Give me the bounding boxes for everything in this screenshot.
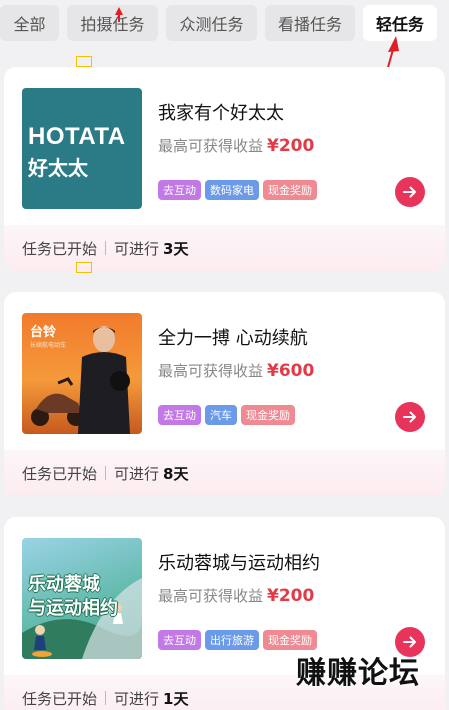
tab-shoot-tasks[interactable]: 拍摄任务	[67, 5, 158, 41]
thumbnail-brand-text: 长续航电动车	[30, 342, 67, 349]
arrow-right-icon	[403, 411, 416, 423]
task-earnings: 最高可获得收益 ¥200	[158, 585, 314, 606]
tab-all[interactable]: 全部	[0, 5, 59, 41]
duration-value: 3天	[163, 239, 189, 258]
forum-watermark: 赚赚论坛	[296, 656, 420, 691]
task-status: 任务已开始	[22, 464, 98, 483]
highlight-marker	[76, 56, 92, 67]
tag-category: 汽车	[205, 405, 237, 425]
spokesperson-illustration	[78, 326, 130, 434]
task-title: 我家有个好太太	[158, 103, 284, 124]
duration-label: 可进行	[114, 239, 160, 258]
tag-reward: 现金奖励	[263, 180, 317, 200]
tag-category: 数码家电	[205, 180, 259, 200]
divider	[105, 241, 107, 255]
tag-interact: 去互动	[158, 180, 201, 200]
task-card[interactable]: HOTATA 好太太 我家有个好太太 最高可获得收益 ¥200 去互动 数码家电 …	[4, 67, 445, 271]
divider	[105, 691, 107, 705]
duration-label: 可进行	[114, 464, 160, 483]
duration-label: 可进行	[114, 689, 160, 708]
task-title: 全力一搏 心动续航	[158, 328, 308, 349]
task-status-bar: 任务已开始 可进行 8天	[4, 450, 445, 496]
highlight-marker	[76, 262, 92, 273]
earnings-label: 最高可获得收益	[158, 362, 264, 380]
tab-watch-live-tasks[interactable]: 看播任务	[265, 5, 355, 41]
arrow-right-icon	[403, 186, 416, 198]
thumbnail-brand-text: 好太太	[28, 156, 88, 180]
task-thumbnail: 台铃 长续航电动车	[22, 313, 142, 434]
task-tags: 去互动 汽车 现金奖励	[158, 405, 295, 425]
task-earnings: 最高可获得收益 ¥600	[158, 360, 314, 381]
earnings-amount: ¥200	[267, 136, 315, 156]
task-thumbnail: HOTATA 好太太	[22, 88, 142, 209]
task-tags: 去互动 数码家电 现金奖励	[158, 180, 317, 200]
earnings-label: 最高可获得收益	[158, 587, 264, 605]
task-thumbnail: 乐动蓉城 与运动相约	[22, 538, 142, 659]
tag-reward: 现金奖励	[263, 630, 317, 650]
thumbnail-slogan: 与运动相约	[28, 598, 118, 619]
thumbnail-slogan: 乐动蓉城	[28, 574, 100, 595]
task-status-bar: 任务已开始 可进行 3天	[4, 225, 445, 271]
tag-reward: 现金奖励	[241, 405, 295, 425]
thumbnail-brand-text: 台铃	[30, 325, 57, 340]
earnings-amount: ¥200	[267, 586, 315, 606]
go-to-task-button[interactable]	[395, 177, 425, 207]
task-tags: 去互动 出行旅游 现金奖励	[158, 630, 317, 650]
tab-light-tasks[interactable]: 轻任务	[363, 5, 437, 41]
task-card[interactable]: 台铃 长续航电动车 全力一搏 心动续航 最高可获得收益 ¥600 去互动 汽车 现…	[4, 292, 445, 496]
duration-value: 8天	[163, 464, 189, 483]
task-category-tabs: 全部 拍摄任务 众测任务 看播任务 轻任务	[0, 0, 449, 48]
thumbnail-brand-text: HOTATA	[28, 123, 126, 150]
tag-interact: 去互动	[158, 405, 201, 425]
earnings-label: 最高可获得收益	[158, 137, 264, 155]
go-to-task-button[interactable]	[395, 402, 425, 432]
task-status: 任务已开始	[22, 689, 98, 708]
earnings-amount: ¥600	[267, 361, 315, 381]
task-earnings: 最高可获得收益 ¥200	[158, 135, 314, 156]
duration-value: 1天	[163, 689, 189, 708]
divider	[105, 466, 107, 480]
tag-category: 出行旅游	[205, 630, 259, 650]
task-status: 任务已开始	[22, 239, 98, 258]
tab-crowd-test-tasks[interactable]: 众测任务	[166, 5, 257, 41]
task-title: 乐动蓉城与运动相约	[158, 553, 320, 574]
tag-interact: 去互动	[158, 630, 201, 650]
